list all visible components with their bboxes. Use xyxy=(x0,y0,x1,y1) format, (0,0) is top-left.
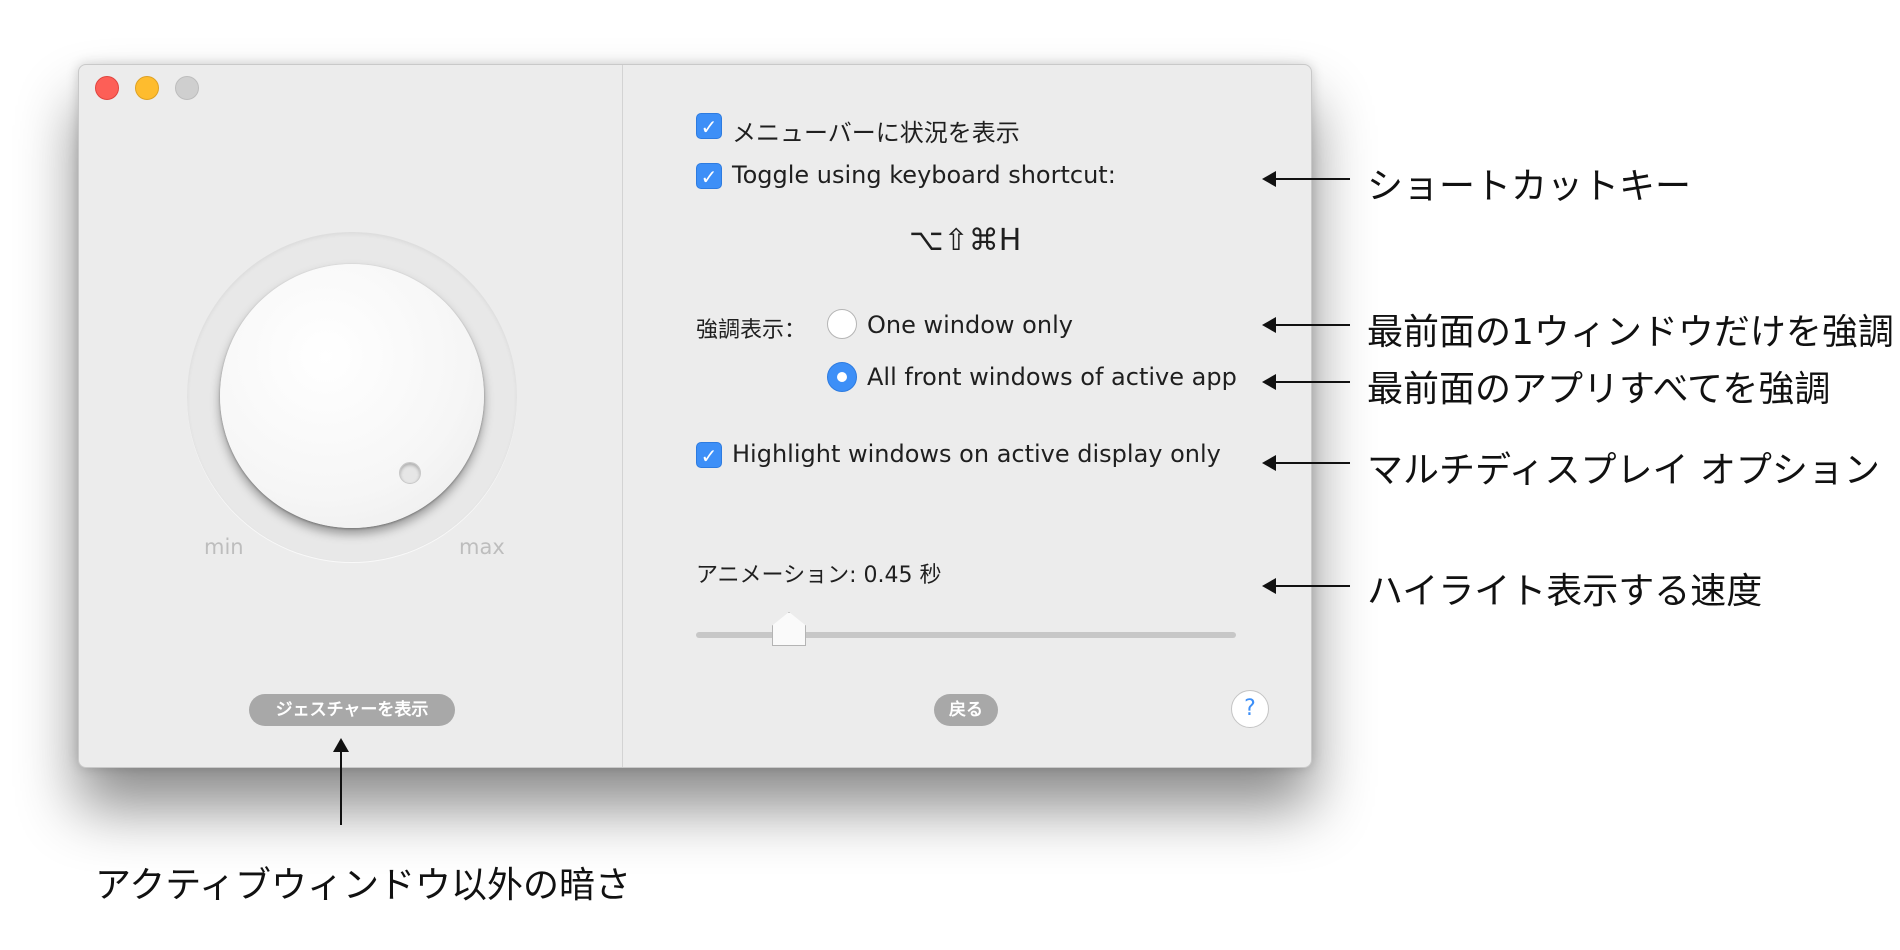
minimize-window-button[interactable] xyxy=(135,76,159,100)
annotation-shortcut: ショートカットキー xyxy=(1367,166,1692,207)
active-display-label: Highlight windows on active display only xyxy=(732,440,1221,468)
preferences-window: min max ジェスチャーを表示 ✓ メニューバーに状況を表示 ✓ Toggl… xyxy=(78,64,1312,768)
annotation-all-windows: 最前面のアプリすべてを強調 xyxy=(1367,369,1831,410)
one-window-label: One window only xyxy=(867,311,1073,339)
animation-duration-label: アニメーション: 0.45 秒 xyxy=(696,563,942,588)
annotation-multi-display: マルチディスプレイ オプション xyxy=(1367,450,1880,491)
menubar-status-checkbox[interactable]: ✓ xyxy=(696,113,722,139)
close-window-button[interactable] xyxy=(95,76,119,100)
dimness-dial-knob[interactable] xyxy=(220,264,484,528)
highlight-mode-label: 強調表示： xyxy=(696,318,807,343)
arrow-multi-display xyxy=(1262,455,1350,471)
dial-min-label: min xyxy=(204,535,244,559)
radio-all-windows[interactable] xyxy=(827,362,857,392)
arrow-one-window xyxy=(1262,317,1350,333)
keyboard-shortcut-label: Toggle using keyboard shortcut: xyxy=(732,161,1116,189)
show-gestures-button[interactable]: ジェスチャーを表示 xyxy=(249,694,455,726)
all-windows-label: All front windows of active app xyxy=(867,363,1237,391)
annotation-one-window: 最前面の1ウィンドウだけを強調 xyxy=(1367,312,1894,353)
active-display-checkbox[interactable]: ✓ xyxy=(696,442,722,468)
animation-slider-thumb[interactable] xyxy=(772,612,806,646)
zoom-window-button[interactable] xyxy=(175,76,199,100)
dial-indicator-dot xyxy=(399,462,421,484)
arrow-all-windows xyxy=(1262,374,1350,390)
annotation-speed: ハイライト表示する速度 xyxy=(1367,571,1763,612)
annotation-darkness: アクティブウィンドウ以外の暗さ xyxy=(95,865,632,906)
panel-divider xyxy=(622,65,623,767)
shortcut-key-field[interactable]: ⌥⇧⌘H xyxy=(909,223,1021,258)
back-button[interactable]: 戻る xyxy=(934,694,998,726)
radio-one-window[interactable] xyxy=(827,309,857,339)
arrow-speed xyxy=(1262,578,1350,594)
menubar-status-label: メニューバーに状況を表示 xyxy=(732,119,1020,147)
arrow-shortcut xyxy=(1262,171,1350,187)
help-button[interactable]: ? xyxy=(1231,690,1269,728)
keyboard-shortcut-checkbox[interactable]: ✓ xyxy=(696,163,722,189)
dial-max-label: max xyxy=(459,535,505,559)
arrow-darkness xyxy=(333,738,349,825)
